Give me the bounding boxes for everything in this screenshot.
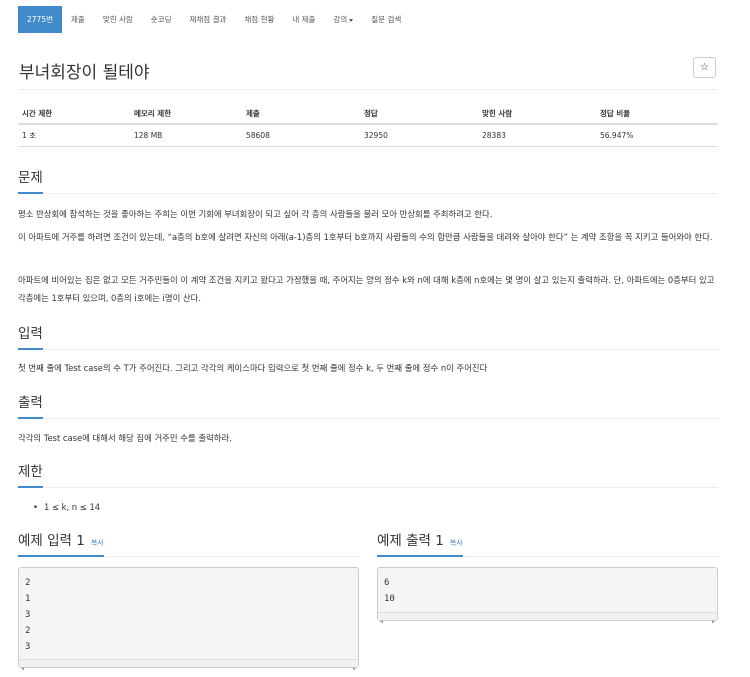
- scroll-left-icon[interactable]: ◀: [380, 614, 383, 630]
- tab-short-coding[interactable]: 숏코딩: [142, 6, 181, 33]
- title-divider: [18, 89, 718, 90]
- stats-value-row: 1 초 128 MB 58608 32950 28383 56.947%: [18, 124, 718, 147]
- description-paragraph: 이 아파트에 거주를 하려면 조건이 있는데, “a층의 b호에 살려면 자신의…: [18, 232, 713, 242]
- tab-problem[interactable]: 2775번: [18, 6, 62, 33]
- scroll-right-icon[interactable]: ▶: [712, 614, 715, 630]
- stats-header: 시간 제한: [18, 104, 130, 125]
- sample-input-line: 3: [25, 642, 31, 652]
- solvers-value: 28383: [478, 124, 596, 147]
- tab-submit[interactable]: 제출: [62, 6, 94, 33]
- limit-heading: 제한: [18, 460, 43, 488]
- page-title: 부녀회장이 될테야: [19, 63, 150, 83]
- input-description: 첫 번째 줄에 Test case의 수 T가 주어진다. 그리고 각각의 케이…: [18, 363, 488, 373]
- star-icon: ☆: [700, 62, 709, 73]
- tab-my-submissions[interactable]: 내 제출: [283, 6, 324, 33]
- sample-input-box[interactable]: 2 1 3 2 3 ◀ ▶: [18, 567, 359, 672]
- accepted-value: 32950: [360, 124, 478, 147]
- limit-section-header: 제한: [18, 460, 718, 488]
- sample-input-title: 예제 입력 1: [18, 533, 85, 549]
- sample-output-heading: 예제 출력 1 복사: [377, 529, 463, 557]
- tab-status[interactable]: 채점 현황: [235, 6, 283, 33]
- tab-question-search[interactable]: 질문 검색: [362, 6, 410, 33]
- problem-nav: 2775번 제출 맞힌 사람 숏코딩 재채점 결과 채점 현황 내 제출 강의 …: [18, 6, 410, 33]
- limit-list-item: 1 ≤ k, n ≤ 14: [33, 502, 100, 512]
- sample-input-line: 2: [25, 578, 31, 588]
- description-section-header: 문제: [18, 166, 718, 194]
- tab-lectures-label: 강의: [333, 15, 348, 24]
- sample-output-box[interactable]: 6 10 ◀ ▶: [377, 567, 718, 625]
- description-paragraph: 평소 반상회에 참석하는 것을 좋아하는 주희는 이번 기회에 부녀회장이 되고…: [18, 209, 493, 219]
- stats-header: 맞힌 사람: [478, 104, 596, 125]
- sample-input-header: 예제 입력 1 복사: [18, 529, 360, 557]
- description-paragraph: 아파트에 비어있는 집은 없고 모든 거주민들이 이 계약 조건을 지키고 왔다…: [18, 275, 715, 303]
- output-description: 각각의 Test case에 대해서 해당 집에 거주민 수를 출력하라.: [18, 433, 232, 443]
- tab-solvers[interactable]: 맞힌 사람: [94, 6, 142, 33]
- input-heading: 입력: [18, 322, 43, 350]
- tab-lectures[interactable]: 강의: [324, 6, 362, 33]
- caret-down-icon: [349, 18, 354, 22]
- horizontal-scrollbar[interactable]: ◀ ▶: [378, 612, 717, 625]
- output-heading: 출력: [18, 391, 43, 419]
- description-heading: 문제: [18, 166, 43, 194]
- stats-header: 제출: [242, 104, 360, 125]
- sample-output-title: 예제 출력 1: [377, 533, 444, 549]
- problem-stats-table: 시간 제한 메모리 제한 제출 정답 맞힌 사람 정답 비율 1 초 128 M…: [18, 104, 718, 147]
- sample-input-heading: 예제 입력 1 복사: [18, 529, 104, 557]
- submissions-value: 58608: [242, 124, 360, 147]
- stats-header: 메모리 제한: [130, 104, 242, 125]
- accept-ratio-value: 56.947%: [596, 124, 718, 147]
- sample-output-line: 10: [384, 594, 395, 604]
- copy-input-link[interactable]: 복사: [91, 539, 104, 547]
- copy-output-link[interactable]: 복사: [450, 539, 463, 547]
- sample-output-header: 예제 출력 1 복사: [377, 529, 718, 557]
- memory-limit-value: 128 MB: [130, 124, 242, 147]
- stats-header: 정답: [360, 104, 478, 125]
- stats-header: 정답 비율: [596, 104, 718, 125]
- tab-rejudge[interactable]: 재채점 결과: [181, 6, 236, 33]
- sample-input-line: 2: [25, 626, 31, 636]
- stats-header-row: 시간 제한 메모리 제한 제출 정답 맞힌 사람 정답 비율: [18, 104, 718, 125]
- sample-input-line: 3: [25, 610, 31, 620]
- sample-input-line: 1: [25, 594, 31, 604]
- time-limit-value: 1 초: [18, 124, 130, 147]
- input-section-header: 입력: [18, 322, 718, 350]
- horizontal-scrollbar[interactable]: ◀ ▶: [19, 659, 358, 672]
- output-section-header: 출력: [18, 391, 718, 419]
- sample-output-line: 6: [384, 578, 390, 588]
- star-button[interactable]: ☆: [693, 57, 716, 78]
